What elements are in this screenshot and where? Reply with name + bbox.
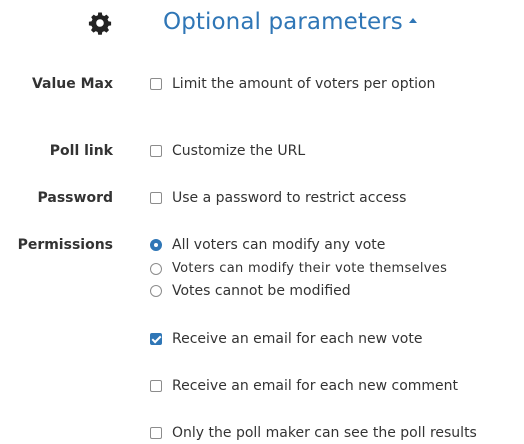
permission-option-any-vote[interactable]: All voters can modify any vote: [150, 237, 385, 253]
page-title[interactable]: Optional parameters: [163, 9, 417, 35]
optional-parameters-header[interactable]: Optional parameters: [0, 0, 524, 54]
gear-icon: [88, 12, 112, 35]
email-vote-checkbox[interactable]: [150, 333, 162, 345]
permission-text-own-vote: Voters can modify their vote themselves: [172, 261, 448, 276]
email-vote-text: Receive an email for each new vote: [172, 331, 423, 347]
password-option[interactable]: Use a password to restrict access: [150, 190, 406, 206]
customize-url-text: Customize the URL: [172, 143, 306, 159]
value-max-checkbox[interactable]: [150, 78, 162, 90]
customize-url-checkbox[interactable]: [150, 145, 162, 157]
results-hidden-text: Only the poll maker can see the poll res…: [172, 425, 477, 441]
permissions-label: Permissions: [17, 237, 113, 253]
permission-radio-any-vote[interactable]: [150, 239, 162, 251]
email-comment-checkbox[interactable]: [150, 380, 162, 392]
permission-option-no-modify[interactable]: Votes cannot be modified: [150, 283, 351, 299]
results-hidden-option[interactable]: Only the poll maker can see the poll res…: [150, 425, 477, 441]
password-text: Use a password to restrict access: [172, 190, 407, 206]
poll-link-label: Poll link: [49, 143, 113, 159]
poll-link-option[interactable]: Customize the URL: [150, 143, 305, 159]
title-text: Optional parameters: [163, 9, 403, 35]
value-max-text: Limit the amount of voters per option: [172, 76, 436, 92]
email-comment-option[interactable]: Receive an email for each new comment: [150, 378, 458, 394]
email-comment-text: Receive an email for each new comment: [172, 378, 459, 394]
value-max-option[interactable]: Limit the amount of voters per option: [150, 76, 435, 92]
password-label: Password: [37, 190, 113, 206]
permission-radio-no-modify[interactable]: [150, 285, 162, 297]
email-vote-option[interactable]: Receive an email for each new vote: [150, 331, 422, 347]
value-max-label: Value Max: [31, 76, 113, 92]
collapse-caret-icon: [408, 18, 417, 23]
results-hidden-checkbox[interactable]: [150, 427, 162, 439]
permission-option-own-vote[interactable]: Voters can modify their vote themselves: [150, 261, 447, 276]
permission-radio-own-vote[interactable]: [150, 262, 162, 275]
permission-text-no-modify: Votes cannot be modified: [172, 283, 351, 299]
permission-text-any-vote: All voters can modify any vote: [172, 237, 386, 253]
password-checkbox[interactable]: [150, 192, 162, 204]
